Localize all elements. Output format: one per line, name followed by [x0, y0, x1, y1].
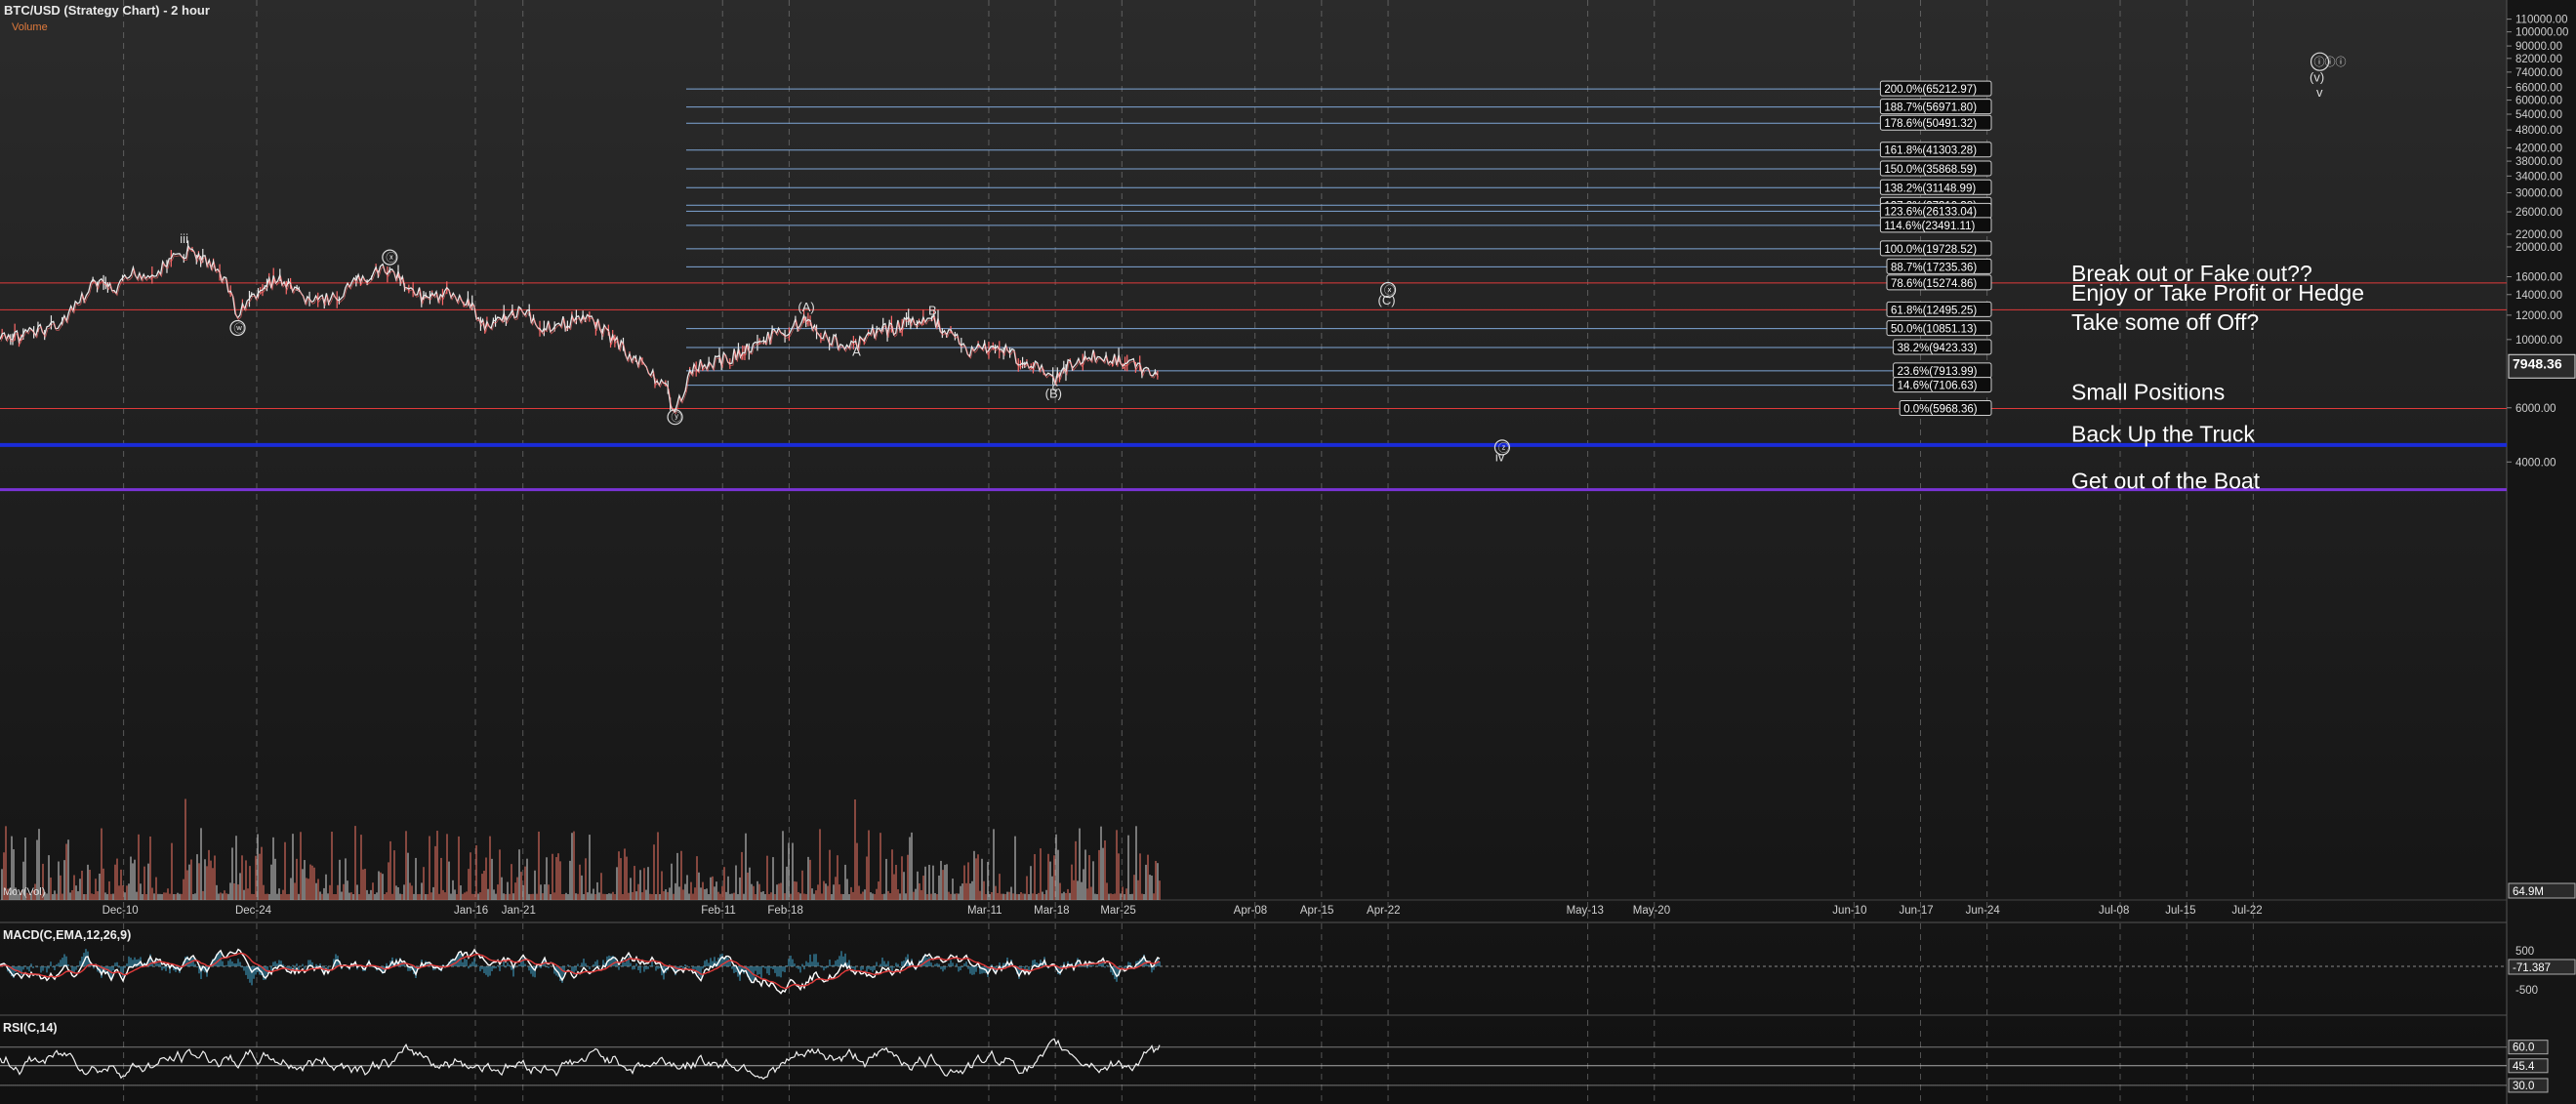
y-tick-label: 100000.00 — [2515, 27, 2568, 39]
price-series-line-red — [0, 246, 1160, 415]
x-tick-label: Dec-24 — [235, 905, 272, 917]
wave-label: v — [2316, 85, 2323, 100]
volume-label: Volume — [12, 21, 48, 33]
macd-title: MACD(C,EMA,12,26,9) — [3, 928, 131, 942]
y-tick-label: 34000.00 — [2515, 171, 2562, 183]
y-tick-label: 110000.00 — [2515, 15, 2568, 26]
y-tick-label: 12000.00 — [2515, 310, 2562, 322]
rsi-title: RSI(C,14) — [3, 1021, 58, 1035]
y-tick-label: 66000.00 — [2515, 83, 2562, 95]
chart-title: BTC/USD (Strategy Chart) - 2 hour — [4, 3, 210, 18]
x-tick-label: Apr-15 — [1300, 905, 1334, 917]
wave-label: ⓦ — [234, 322, 245, 335]
volume-last-label: 64.9M — [2513, 886, 2544, 898]
chart-window[interactable]: 200.0%(65212.97) 188.7%(56971.80) 178.6%(5… — [0, 0, 2576, 1104]
y-tick-label: 48000.00 — [2515, 125, 2562, 137]
y-tick-label: 6000.00 — [2515, 403, 2556, 415]
fib-label: 200.0%(65212.97) — [1884, 84, 1977, 96]
y-tick-label: 74000.00 — [2515, 67, 2562, 79]
x-tick-label: Apr-08 — [1234, 905, 1268, 917]
y-tick-label: 30000.00 — [2515, 187, 2562, 199]
y-tick-label: 42000.00 — [2515, 143, 2562, 154]
macd-y-tick-label: -500 — [2515, 985, 2538, 997]
wave-label: B — [928, 303, 937, 317]
x-tick-label: Jul-08 — [2099, 905, 2129, 917]
y-tick-label: 4000.00 — [2515, 457, 2556, 469]
wave-label: ⓨ — [672, 411, 682, 424]
y-tick-label: 16000.00 — [2515, 271, 2562, 283]
fib-label: 150.0%(35868.59) — [1884, 164, 1977, 176]
x-tick-label: Jun-24 — [1966, 905, 2001, 917]
last-price-label: 7948.36 — [2513, 355, 2562, 371]
annotation-text: Take some off Off? — [2071, 309, 2259, 335]
y-tick-label: 22000.00 — [2515, 229, 2562, 241]
rsi-y-tick-label: 30.0 — [2513, 1081, 2534, 1092]
fib-label: 161.8%(41303.28) — [1884, 145, 1977, 157]
chart-canvas[interactable]: 200.0%(65212.97) 188.7%(56971.80) 178.6%(5… — [0, 0, 2576, 1104]
fib-label: 50.0%(10851.13) — [1891, 324, 1977, 336]
fib-label: 78.6%(15274.86) — [1891, 278, 1977, 290]
macd-y-tick-label: 500 — [2515, 946, 2534, 958]
y-tick-label: 20000.00 — [2515, 242, 2562, 254]
fib-label: 100.0%(19728.52) — [1884, 244, 1977, 256]
x-tick-label: Jul-15 — [2165, 905, 2195, 917]
x-tick-label: Apr-22 — [1367, 905, 1401, 917]
macd-last-label: -71.387 — [2513, 962, 2551, 974]
annotation-text: Back Up the Truck — [2071, 421, 2255, 446]
fib-label: 38.2%(9423.33) — [1898, 343, 1978, 354]
y-tick-label: 82000.00 — [2515, 54, 2562, 65]
fib-label: 88.7%(17235.36) — [1891, 262, 1977, 273]
y-tick-label: 10000.00 — [2515, 335, 2562, 347]
rsi-y-tick-label: 45.4 — [2513, 1061, 2535, 1073]
x-tick-label: Feb-18 — [767, 905, 802, 917]
y-tick-label: 54000.00 — [2515, 109, 2562, 121]
volume-overlay-label: Mov(Vol) — [3, 886, 45, 898]
x-tick-label: Jun-10 — [1832, 905, 1866, 917]
x-tick-label: May-13 — [1567, 905, 1604, 917]
x-tick-label: Jan-21 — [502, 905, 536, 917]
x-tick-label: Jul-22 — [2231, 905, 2262, 917]
wave-label: ⓘⓘⓘ — [2314, 56, 2347, 68]
fib-label: 188.7%(56971.80) — [1884, 102, 1977, 114]
fib-label: 0.0%(5968.36) — [1903, 403, 1978, 415]
annotation-text: Get out of the Boat — [2071, 469, 2261, 494]
wave-label: (C) — [1378, 293, 1396, 307]
fib-label: 61.8%(12495.25) — [1891, 305, 1977, 316]
x-tick-label: Mar-25 — [1100, 905, 1135, 917]
wave-label: ⓧ — [386, 252, 396, 265]
fib-label: 23.6%(7913.99) — [1898, 366, 1978, 378]
wave-label: iii — [180, 231, 188, 246]
annotation-text: Small Positions — [2071, 380, 2225, 405]
x-tick-label: May-20 — [1633, 905, 1670, 917]
wave-label: A — [852, 345, 861, 359]
fib-label: 138.2%(31148.99) — [1884, 183, 1976, 194]
x-tick-label: Mar-11 — [967, 905, 1002, 917]
fib-label: 178.6%(50491.32) — [1884, 118, 1977, 130]
x-tick-label: Dec-10 — [102, 905, 139, 917]
wave-label: (A) — [797, 300, 814, 314]
rsi-y-tick-label: 60.0 — [2513, 1043, 2534, 1054]
x-tick-label: Mar-18 — [1034, 905, 1069, 917]
fib-label: 114.6%(23491.11) — [1884, 221, 1975, 232]
wave-label: (v) — [2310, 70, 2324, 85]
annotation-text: Enjoy or Take Profit or Hedge — [2071, 280, 2364, 306]
y-tick-label: 26000.00 — [2515, 207, 2562, 219]
y-tick-label: 60000.00 — [2515, 96, 2562, 107]
fib-label: 123.6%(26133.04) — [1884, 206, 1977, 218]
y-tick-label: 14000.00 — [2515, 290, 2562, 302]
y-tick-label: 38000.00 — [2515, 156, 2562, 168]
x-tick-label: Jan-16 — [454, 905, 488, 917]
fib-label: 14.6%(7106.63) — [1898, 381, 1978, 392]
y-tick-label: 90000.00 — [2515, 41, 2562, 53]
x-tick-label: Jun-17 — [1899, 905, 1933, 917]
wave-label: (B) — [1045, 387, 1062, 401]
wave-label: iv — [1495, 450, 1505, 465]
rsi-line — [0, 1038, 1161, 1080]
x-tick-label: Feb-11 — [701, 905, 736, 917]
